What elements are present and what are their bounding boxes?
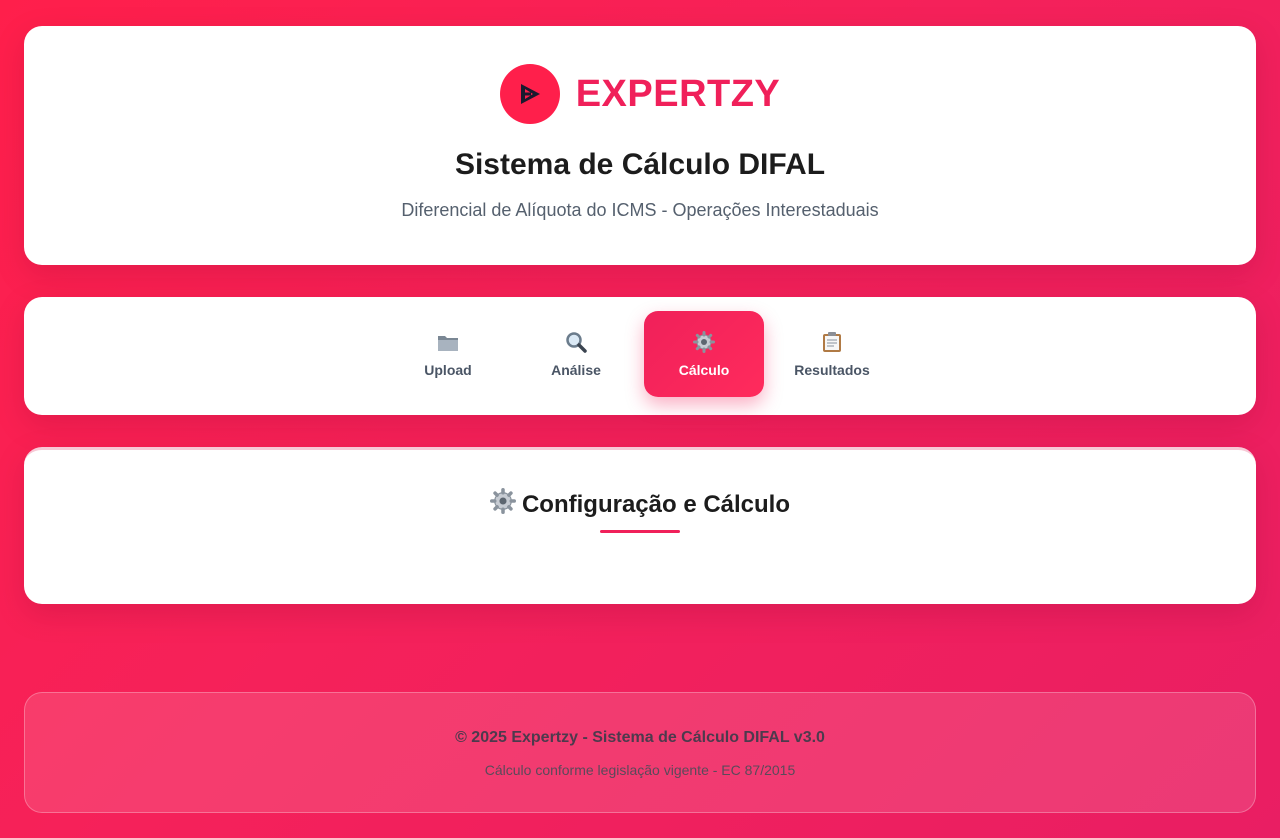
step-upload[interactable]: Upload xyxy=(388,311,508,397)
gear-icon xyxy=(692,330,716,354)
header-card: EXPERTZY Sistema de Cálculo DIFAL Difere… xyxy=(24,26,1256,265)
calculation-section: Configuração e Cálculo xyxy=(24,447,1256,604)
footer-copyright: © 2025 Expertzy - Sistema de Cálculo DIF… xyxy=(455,729,825,746)
title-underline xyxy=(600,530,680,533)
page-title: Sistema de Cálculo DIFAL xyxy=(454,148,826,181)
step-label: Resultados xyxy=(794,362,870,378)
step-resultados[interactable]: Resultados xyxy=(772,311,892,397)
folder-icon xyxy=(436,330,460,354)
step-label: Cálculo xyxy=(678,362,730,378)
steps-nav: Upload Análise Cálculo Resultados xyxy=(24,297,1256,415)
footer: © 2025 Expertzy - Sistema de Cálculo DIF… xyxy=(24,692,1256,813)
brand-name: EXPERTZY xyxy=(575,72,781,115)
section-title: Configuração e Cálculo xyxy=(24,488,1256,521)
magnifier-icon xyxy=(564,330,588,354)
clipboard-icon xyxy=(820,330,844,354)
gear-icon xyxy=(489,488,516,521)
step-label: Análise xyxy=(551,362,601,378)
step-analise[interactable]: Análise xyxy=(516,311,636,397)
section-title-text: Configuração e Cálculo xyxy=(521,490,791,518)
page-subtitle: Diferencial de Alíquota do ICMS - Operaç… xyxy=(401,200,879,220)
play-logo-icon xyxy=(499,64,560,124)
brand: EXPERTZY xyxy=(24,64,1256,124)
step-label: Upload xyxy=(424,362,472,378)
footer-legal: Cálculo conforme legislação vigente - EC… xyxy=(484,762,796,778)
step-calculo[interactable]: Cálculo xyxy=(644,311,764,397)
